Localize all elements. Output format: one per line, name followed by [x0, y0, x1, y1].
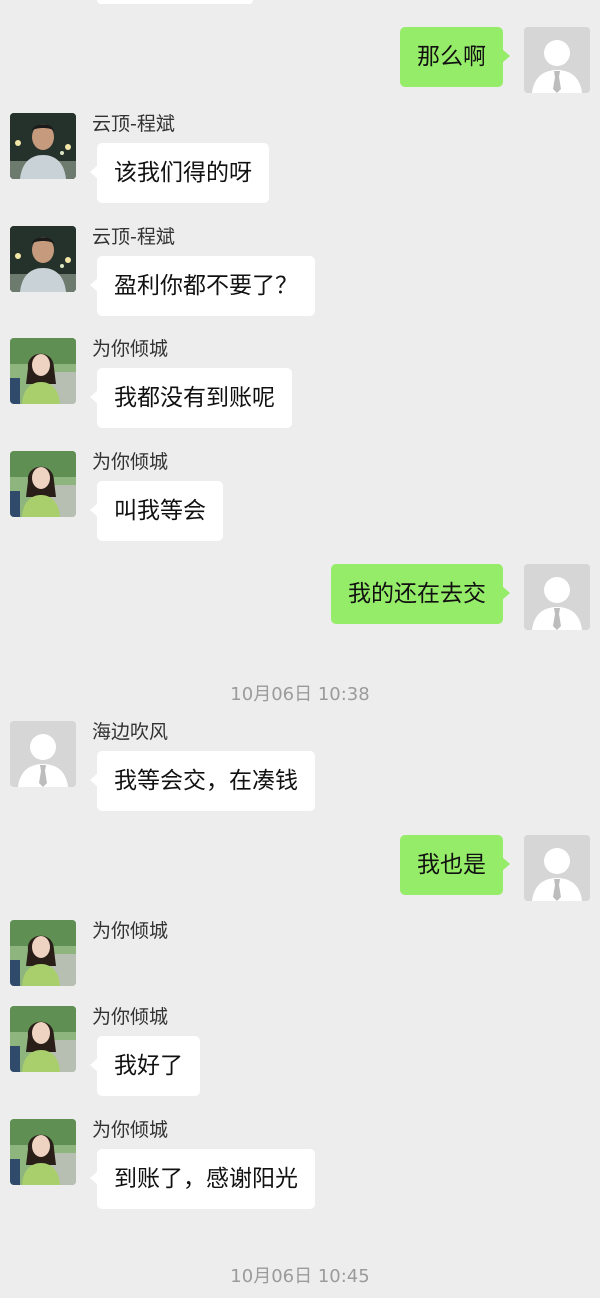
- woman-photo-avatar[interactable]: [10, 451, 76, 517]
- message-bubble[interactable]: 到账了，感谢阳光: [90, 1149, 315, 1209]
- default-avatar-icon: [524, 27, 590, 93]
- message-bubble[interactable]: 我等会交，在凑钱: [90, 751, 315, 811]
- sender-name: 云顶-程斌: [92, 113, 175, 135]
- self-avatar[interactable]: [524, 835, 590, 901]
- woman-photo-avatar-icon: [10, 920, 76, 986]
- self-avatar[interactable]: [524, 27, 590, 93]
- chat-timestamp: 10月06日 10:45: [230, 1266, 370, 1287]
- man-photo-avatar-icon: [10, 226, 76, 292]
- self-avatar[interactable]: [524, 564, 590, 630]
- sender-name: 为你倾城: [92, 338, 169, 360]
- message-bubble[interactable]: 叫我等会: [90, 481, 223, 541]
- message-bubble[interactable]: 我都没有到账呢: [90, 368, 292, 428]
- message-bubble[interactable]: 我好了: [90, 1036, 200, 1096]
- man-photo-avatar-icon: [10, 113, 76, 179]
- sender-name: 海边吹风: [92, 721, 169, 743]
- message-bubble[interactable]: 盈利你都不要了？: [90, 256, 315, 316]
- man-photo-avatar[interactable]: [10, 226, 76, 292]
- message-bubble[interactable]: 我的还在去交: [331, 564, 510, 624]
- chat-message-list[interactable]: 那么啊 云顶-程斌 该我们得的呀 云顶-程斌 盈利你都不要了？ 为你倾城 我都没…: [0, 0, 600, 1298]
- woman-photo-avatar-icon: [10, 338, 76, 404]
- woman-photo-avatar[interactable]: [10, 1006, 76, 1072]
- woman-photo-avatar-icon: [10, 1119, 76, 1185]
- default-avatar[interactable]: [10, 721, 76, 787]
- woman-photo-avatar[interactable]: [10, 338, 76, 404]
- default-avatar-icon: [524, 835, 590, 901]
- message-bubble[interactable]: 我也是: [400, 835, 510, 895]
- default-avatar-icon: [524, 564, 590, 630]
- sender-name: 为你倾城: [92, 1006, 169, 1028]
- sender-name: 为你倾城: [92, 451, 169, 473]
- clipped-message-bubble: [97, 0, 253, 4]
- woman-photo-avatar-icon: [10, 451, 76, 517]
- sender-name: 为你倾城: [92, 920, 169, 942]
- default-avatar-icon: [10, 721, 76, 787]
- chat-timestamp: 10月06日 10:38: [230, 684, 370, 705]
- sender-name: 为你倾城: [92, 1119, 169, 1141]
- woman-photo-avatar[interactable]: [10, 1119, 76, 1185]
- message-bubble[interactable]: 该我们得的呀: [90, 143, 269, 203]
- man-photo-avatar[interactable]: [10, 113, 76, 179]
- message-bubble[interactable]: 那么啊: [400, 27, 510, 87]
- sender-name: 云顶-程斌: [92, 226, 175, 248]
- woman-photo-avatar-icon: [10, 1006, 76, 1072]
- woman-photo-avatar[interactable]: [10, 920, 76, 986]
